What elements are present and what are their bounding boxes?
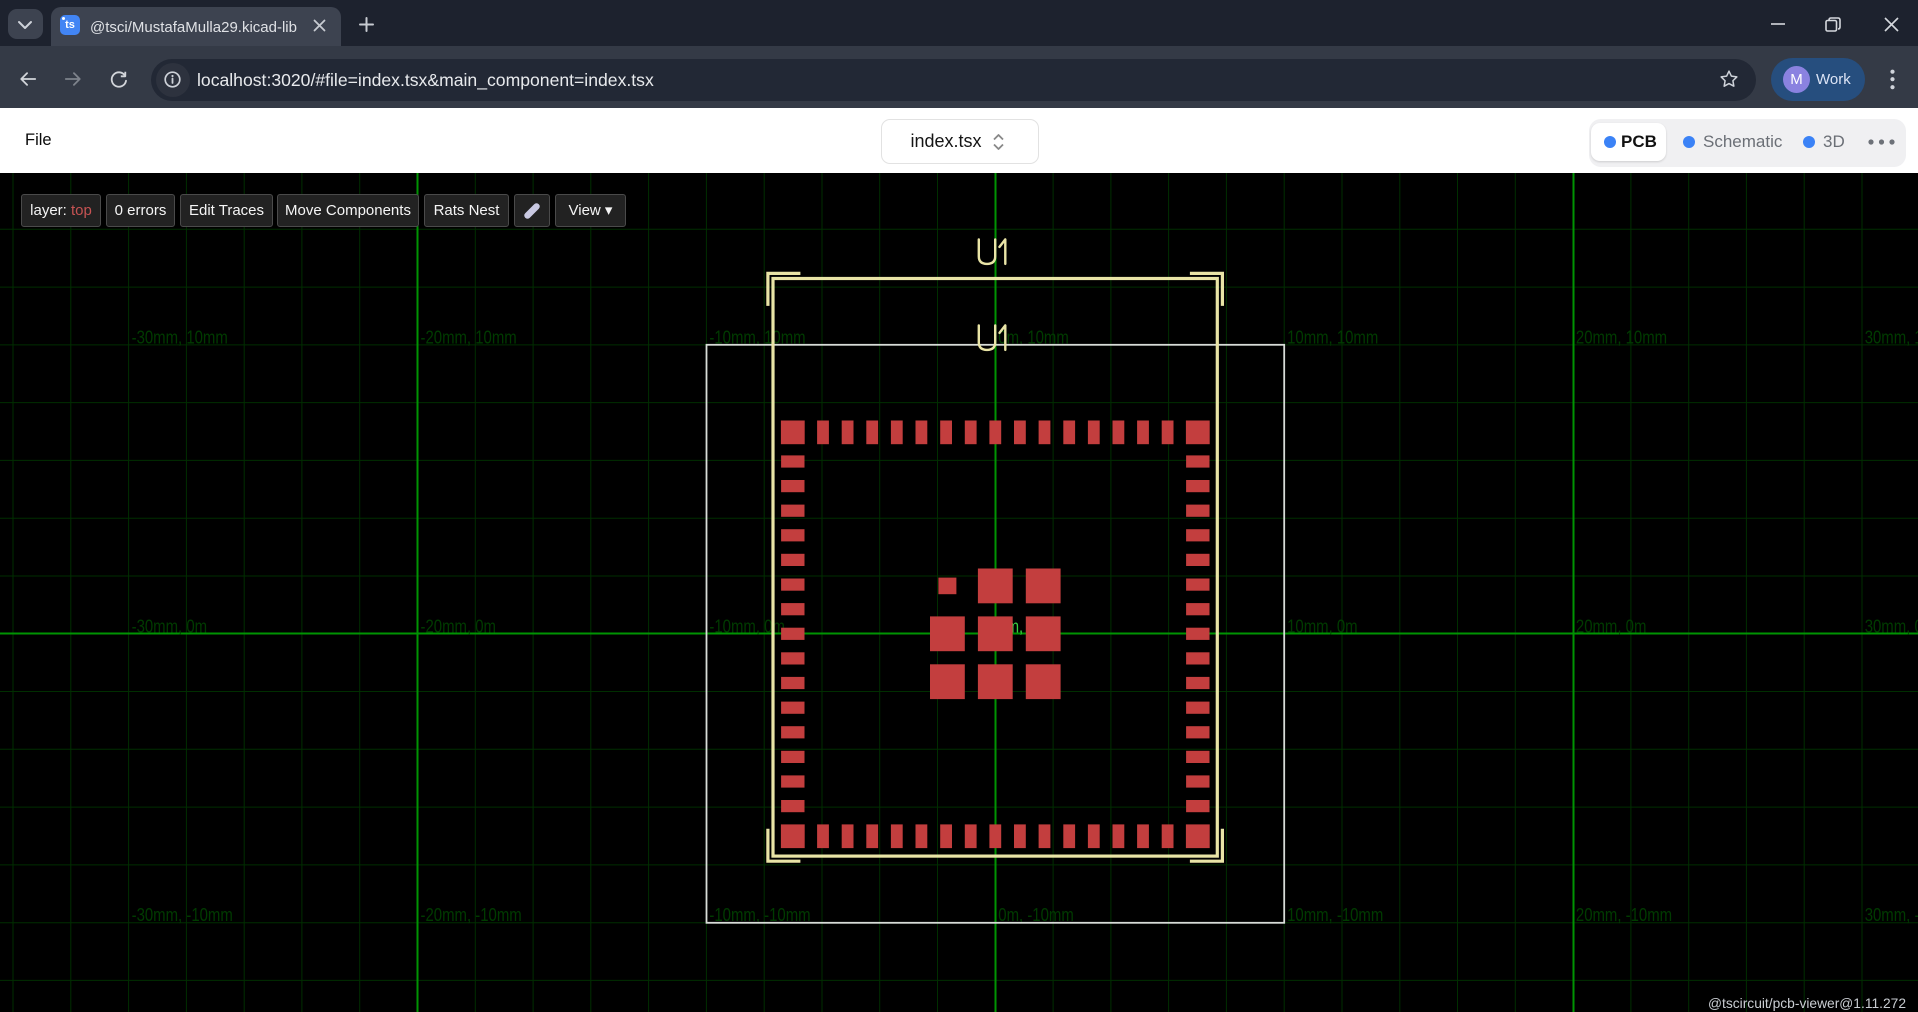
svg-text:30mm, 10mm: 30mm, 10mm	[1865, 327, 1918, 347]
svg-text:-20mm, 10mm: -20mm, 10mm	[421, 327, 517, 347]
svg-text:@tscircuit/pcb-viewer@1.11.272: @tscircuit/pcb-viewer@1.11.272	[1708, 996, 1906, 1011]
svg-text:10mm, 0m: 10mm, 0m	[1287, 616, 1358, 636]
svg-text:10mm, 10mm: 10mm, 10mm	[1287, 327, 1378, 347]
svg-text:20mm, 10mm: 20mm, 10mm	[1576, 327, 1667, 347]
svg-text:-20mm, 0m: -20mm, 0m	[421, 616, 497, 636]
svg-text:30mm, 0m: 30mm, 0m	[1865, 616, 1918, 636]
svg-text:30mm, -10mm: 30mm, -10mm	[1865, 905, 1918, 925]
svg-text:-30mm, 10mm: -30mm, 10mm	[132, 327, 228, 347]
svg-text:-30mm, -10mm: -30mm, -10mm	[132, 905, 233, 925]
svg-text:-30mm, 0m: -30mm, 0m	[132, 616, 208, 636]
svg-text:10mm, -10mm: 10mm, -10mm	[1287, 905, 1383, 925]
svg-text:20mm, -10mm: 20mm, -10mm	[1576, 905, 1672, 925]
svg-text:20mm, 0m: 20mm, 0m	[1576, 616, 1647, 636]
svg-text:-20mm, -10mm: -20mm, -10mm	[421, 905, 522, 925]
